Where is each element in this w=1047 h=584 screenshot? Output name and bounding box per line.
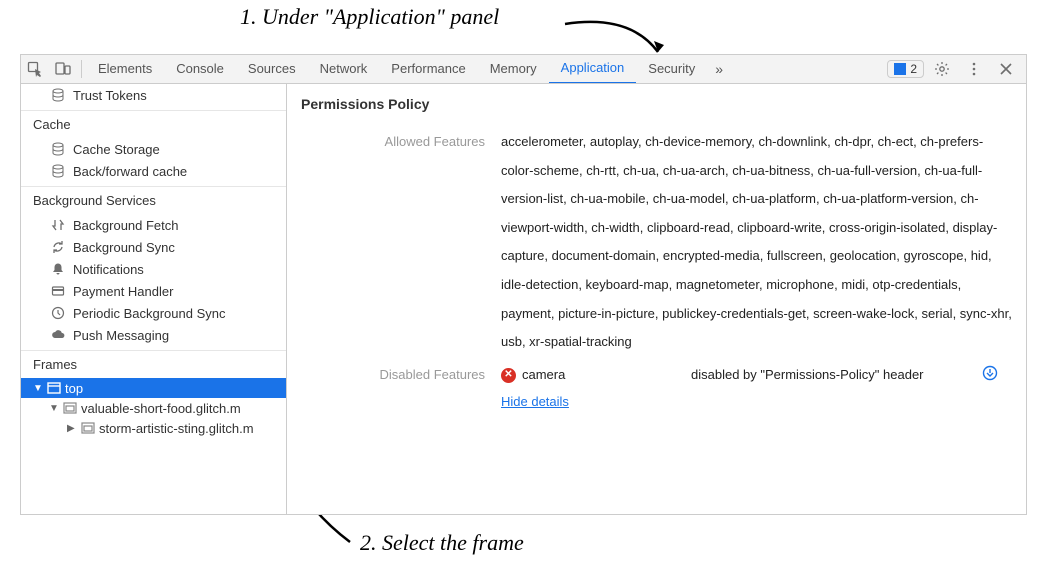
annotation-text-2: 2. Select the frame [360,530,524,556]
sidebar-item-label: Periodic Background Sync [73,306,225,321]
sidebar-header-frames: Frames [21,350,286,378]
sidebar-item-cache-storage[interactable]: Cache Storage [21,138,286,160]
sidebar-item-bg-sync[interactable]: Background Sync [21,236,286,258]
toolbar-separator [81,60,82,78]
disabled-feature-row: ✕ camera [501,365,681,386]
settings-gear-icon[interactable] [928,55,956,83]
sidebar-item-push-messaging[interactable]: Push Messaging [21,324,286,346]
frame-detail-panel: Permissions Policy Allowed Features acce… [287,84,1026,514]
sidebar-item-label: Notifications [73,262,144,277]
sidebar-item-notifications[interactable]: Notifications [21,258,286,280]
database-icon [51,142,65,156]
hide-details-link[interactable]: Hide details [501,394,569,409]
window-icon [47,382,61,394]
section-title-permissions-policy: Permissions Policy [301,92,1012,120]
issue-icon [894,63,906,75]
iframe-icon [63,402,77,414]
frame-label: storm-artistic-sting.glitch.m [99,421,254,436]
sync-icon [51,240,65,254]
frame-tree-top[interactable]: ▼ top [21,378,286,398]
disabled-feature-name: camera [522,365,565,386]
more-tabs-chevron[interactable]: » [707,61,731,77]
frame-tree-grandchild[interactable]: ▶ storm-artistic-sting.glitch.m [21,418,286,438]
application-sidebar: Trust Tokens Cache Cache Storage Back/fo… [21,84,287,514]
sidebar-item-label: Payment Handler [73,284,173,299]
device-toolbar-icon[interactable] [49,55,77,83]
allowed-features-label: Allowed Features [301,128,501,357]
sidebar-item-bf-cache[interactable]: Back/forward cache [21,160,286,182]
tab-console[interactable]: Console [164,54,236,84]
bell-icon [51,262,65,276]
annotation-text-1: 1. Under "Application" panel [240,4,499,30]
iframe-icon [81,422,95,434]
sidebar-item-label: Push Messaging [73,328,169,343]
sidebar-item-periodic-sync[interactable]: Periodic Background Sync [21,302,286,324]
disabled-feature-reason: disabled by "Permissions-Policy" header [691,365,972,386]
devtools-window: Elements Console Sources Network Perform… [20,54,1027,515]
error-circle-icon: ✕ [501,368,516,383]
database-icon [51,164,65,178]
sidebar-item-bg-fetch[interactable]: Background Fetch [21,214,286,236]
frame-tree-child[interactable]: ▼ valuable-short-food.glitch.m [21,398,286,418]
tab-elements[interactable]: Elements [86,54,164,84]
cloud-icon [51,328,65,342]
fetch-icon [51,218,65,232]
frame-label: valuable-short-food.glitch.m [81,401,241,416]
database-icon [51,88,65,102]
close-icon[interactable] [992,55,1020,83]
allowed-features-value: accelerometer, autoplay, ch-device-memor… [501,128,1012,357]
issue-count: 2 [910,62,917,76]
devtools-toolbar: Elements Console Sources Network Perform… [21,54,1026,84]
disclosure-triangle-icon: ▶ [67,423,77,434]
sidebar-item-label: Background Sync [73,240,175,255]
disclosure-triangle-icon: ▼ [49,403,59,414]
sidebar-item-label: Cache Storage [73,142,160,157]
tab-sources[interactable]: Sources [236,54,308,84]
sidebar-item-trust-tokens[interactable]: Trust Tokens [21,84,286,106]
inspect-element-icon[interactable] [21,55,49,83]
kebab-menu-icon[interactable] [960,55,988,83]
issues-badge[interactable]: 2 [887,60,924,78]
sidebar-header-cache: Cache [21,110,286,138]
reload-icon[interactable] [982,365,1012,388]
disclosure-triangle-icon: ▼ [33,383,43,394]
sidebar-item-label: Background Fetch [73,218,179,233]
tab-application[interactable]: Application [549,54,637,84]
sidebar-item-label: Back/forward cache [73,164,187,179]
sidebar-header-bg-services: Background Services [21,186,286,214]
clock-icon [51,306,65,320]
frame-label: top [65,381,83,396]
tab-network[interactable]: Network [308,54,380,84]
disabled-features-label: Disabled Features [301,365,501,413]
tab-security[interactable]: Security [636,54,707,84]
sidebar-item-label: Trust Tokens [73,88,147,103]
tab-memory[interactable]: Memory [478,54,549,84]
sidebar-item-payment-handler[interactable]: Payment Handler [21,280,286,302]
card-icon [51,284,65,298]
tab-performance[interactable]: Performance [379,54,477,84]
